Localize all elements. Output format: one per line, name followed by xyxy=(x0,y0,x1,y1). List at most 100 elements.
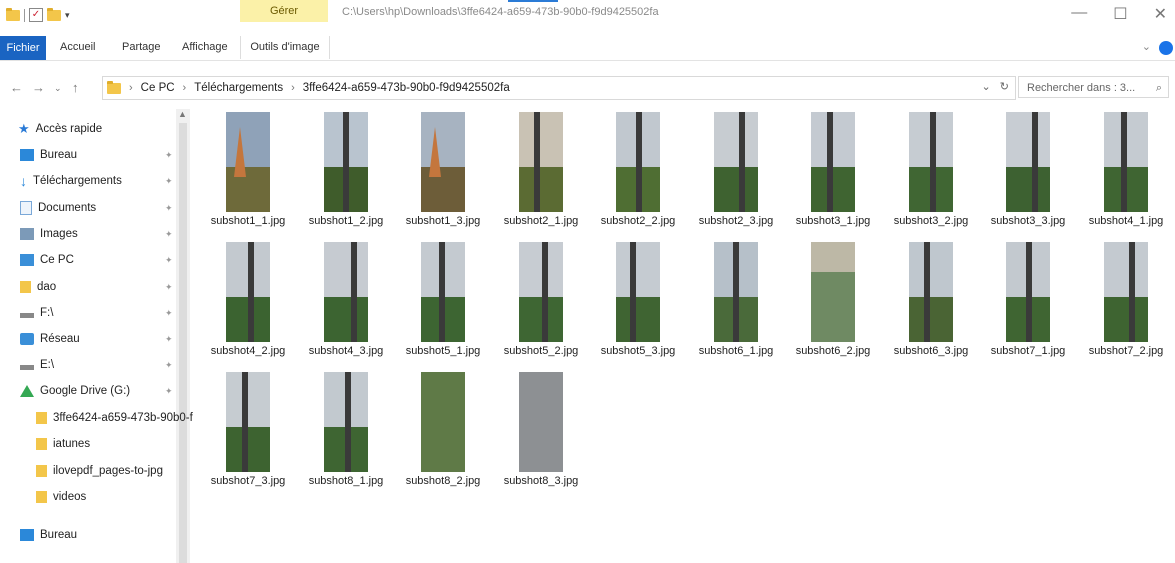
sidebar-item[interactable]: Google Drive (G:) ✦ xyxy=(20,381,173,401)
file-item[interactable]: subshot1_3.jpg xyxy=(395,112,491,234)
file-item[interactable]: subshot8_1.jpg xyxy=(298,372,394,494)
file-item[interactable]: subshot1_2.jpg xyxy=(298,112,394,234)
sidebar-item[interactable]: 3ffe6424-a659-473b-90b0-f xyxy=(36,408,193,428)
thumbnail-sky xyxy=(226,112,270,167)
sidebar-item[interactable]: Bureau ✦ xyxy=(20,145,173,165)
file-item[interactable]: subshot5_2.jpg xyxy=(493,242,589,364)
sidebar-item[interactable]: dao ✦ xyxy=(20,277,173,297)
new-folder-icon[interactable] xyxy=(47,7,61,21)
file-item[interactable]: subshot6_1.jpg xyxy=(688,242,784,364)
sidebar-scrollbar[interactable]: ▲ xyxy=(176,109,190,563)
file-item[interactable]: subshot4_1.jpg xyxy=(1078,112,1174,234)
scroll-up-icon[interactable]: ▲ xyxy=(178,109,187,119)
desktop-icon xyxy=(20,529,34,541)
thumbnail-pole xyxy=(534,112,540,212)
customize-toolbar-icon[interactable]: ▾ xyxy=(65,10,70,21)
manage-contextual-tab[interactable]: Gérer xyxy=(240,0,328,22)
refresh-icon[interactable]: ↻ xyxy=(1000,81,1009,93)
thumbnail-ground xyxy=(226,167,270,212)
scrollbar-thumb[interactable] xyxy=(179,123,187,563)
file-name: subshot2_2.jpg xyxy=(600,215,676,227)
file-name: subshot4_3.jpg xyxy=(308,345,384,357)
address-bar[interactable]: › Ce PC › Téléchargements › 3ffe6424-a65… xyxy=(102,76,1016,100)
sidebar-item[interactable]: F:\ ✦ xyxy=(20,303,173,323)
chevron-right-icon[interactable]: › xyxy=(129,82,133,94)
sidebar-item[interactable]: ↓ Téléchargements ✦ xyxy=(20,171,173,191)
chevron-down-icon[interactable]: ⌄ xyxy=(982,81,991,93)
tab-affichage[interactable]: Affichage xyxy=(182,41,228,53)
sidebar-item[interactable]: Bureau xyxy=(20,525,77,545)
properties-icon[interactable]: ✓ xyxy=(29,8,43,22)
file-name: subshot1_2.jpg xyxy=(308,215,384,227)
thumbnail-sky xyxy=(1104,242,1148,297)
thumbnail-ground xyxy=(616,297,660,342)
forward-arrow-icon[interactable]: → xyxy=(32,80,45,95)
chevron-down-icon[interactable]: ⌄ xyxy=(1142,40,1151,53)
file-name: subshot5_1.jpg xyxy=(405,345,481,357)
tab-partage[interactable]: Partage xyxy=(122,41,161,53)
file-item[interactable]: subshot2_1.jpg xyxy=(493,112,589,234)
file-item[interactable]: subshot3_2.jpg xyxy=(883,112,979,234)
file-item[interactable]: subshot2_2.jpg xyxy=(590,112,686,234)
image-thumbnail xyxy=(519,372,563,472)
file-grid: subshot1_1.jpg subshot1_2.jpg subshot1_3.j… xyxy=(200,112,1175,563)
breadcrumb-current-folder[interactable]: 3ffe6424-a659-473b-90b0-f9d9425502fa xyxy=(303,82,510,94)
file-item[interactable]: subshot1_1.jpg xyxy=(200,112,296,234)
sidebar-item[interactable]: Images ✦ xyxy=(20,224,173,244)
back-arrow-icon[interactable]: ← xyxy=(10,80,23,95)
breadcrumb-ce-pc[interactable]: Ce PC xyxy=(141,82,175,94)
file-item[interactable]: subshot8_3.jpg xyxy=(493,372,589,494)
download-icon: ↓ xyxy=(20,173,27,189)
maximize-icon[interactable]: ☐ xyxy=(1113,4,1127,24)
help-icon[interactable] xyxy=(1159,41,1173,55)
sidebar-item[interactable]: videos xyxy=(36,487,86,507)
sidebar-item[interactable]: Réseau ✦ xyxy=(20,329,173,349)
sidebar-item[interactable]: Ce PC ✦ xyxy=(20,250,173,270)
minimize-icon[interactable]: — xyxy=(1071,4,1087,24)
thumbnail-ground xyxy=(519,167,563,212)
file-item[interactable]: subshot5_3.jpg xyxy=(590,242,686,364)
pin-icon: ✦ xyxy=(165,228,173,239)
chevron-right-icon[interactable]: › xyxy=(183,82,187,94)
tab-accueil[interactable]: Accueil xyxy=(60,41,95,53)
tab-fichier[interactable]: Fichier xyxy=(0,36,46,60)
file-item[interactable]: subshot4_2.jpg xyxy=(200,242,296,364)
sidebar-item[interactable]: iatunes xyxy=(36,434,90,454)
folder-icon xyxy=(6,7,20,21)
tab-outils-image[interactable]: Outils d'image xyxy=(240,36,330,59)
thumbnail-sky xyxy=(226,372,270,427)
thumbnail-pole xyxy=(924,242,930,342)
image-thumbnail xyxy=(1006,112,1050,212)
file-item[interactable]: subshot7_2.jpg xyxy=(1078,242,1174,364)
up-arrow-icon[interactable]: ↑ xyxy=(72,80,79,95)
sidebar-item[interactable]: ilovepdf_pages-to-jpg xyxy=(36,461,163,481)
file-item[interactable]: subshot3_1.jpg xyxy=(785,112,881,234)
image-thumbnail xyxy=(324,242,368,342)
sidebar-item[interactable]: ★ Accès rapide xyxy=(18,119,102,139)
pin-icon: ✦ xyxy=(165,149,173,160)
file-item[interactable]: subshot8_2.jpg xyxy=(395,372,491,494)
sidebar-item-label: Accès rapide xyxy=(35,123,103,135)
file-item[interactable]: subshot6_3.jpg xyxy=(883,242,979,364)
close-icon[interactable]: ✕ xyxy=(1154,4,1167,24)
sidebar-item-label: iatunes xyxy=(53,438,91,450)
file-item[interactable]: subshot2_3.jpg xyxy=(688,112,784,234)
file-item[interactable]: subshot4_3.jpg xyxy=(298,242,394,364)
file-item[interactable]: subshot7_1.jpg xyxy=(980,242,1076,364)
thumbnail-sky xyxy=(714,112,758,167)
file-name: subshot5_2.jpg xyxy=(503,345,579,357)
file-item[interactable]: subshot6_2.jpg xyxy=(785,242,881,364)
chevron-right-icon[interactable]: › xyxy=(291,82,295,94)
search-input[interactable]: Rechercher dans : 3... ⌕ xyxy=(1018,76,1169,98)
sidebar-item[interactable]: Documents ✦ xyxy=(20,198,173,218)
ribbon-tabs: Fichier Accueil Partage Affichage Outils… xyxy=(0,36,1175,61)
file-item[interactable]: subshot3_3.jpg xyxy=(980,112,1076,234)
recent-locations-icon[interactable]: ⌄ xyxy=(54,83,62,94)
breadcrumb-telechargements[interactable]: Téléchargements xyxy=(194,82,283,94)
file-item[interactable]: subshot5_1.jpg xyxy=(395,242,491,364)
google-drive-icon xyxy=(20,385,34,397)
file-item[interactable]: subshot7_3.jpg xyxy=(200,372,296,494)
sidebar-item[interactable]: E:\ ✦ xyxy=(20,355,173,375)
search-icon[interactable]: ⌕ xyxy=(1156,77,1162,99)
thumbnail-sky xyxy=(421,372,465,472)
